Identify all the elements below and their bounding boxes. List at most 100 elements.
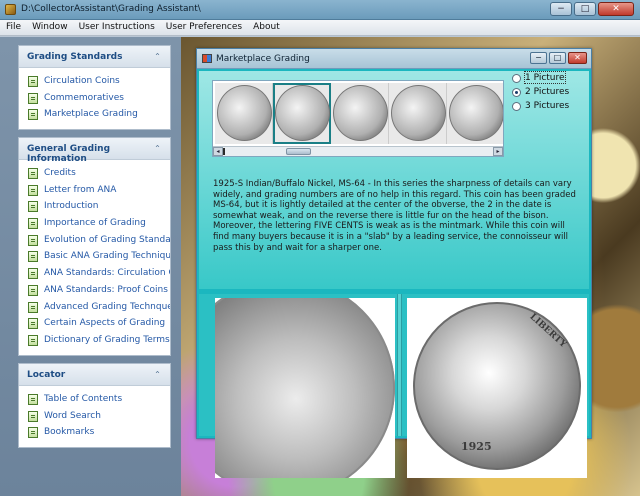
bison-reverse-detail-photo [215, 298, 395, 478]
sidebar-item-label: Importance of Grading [44, 218, 146, 229]
document-icon [28, 184, 38, 196]
menu-about[interactable]: About [247, 20, 285, 35]
sidebar-item-label: Word Search [44, 410, 101, 421]
collapse-chevron-icon[interactable]: ⌃ [152, 369, 163, 380]
scroll-left-arrow-icon[interactable]: ◂ [213, 147, 223, 156]
group-general-grading-information: General Grading Information ⌃ Credits Le… [18, 137, 171, 356]
child-maximize-button[interactable]: □ [549, 52, 566, 64]
document-icon [28, 201, 38, 213]
radio-3-pictures[interactable]: 3 Pictures [510, 100, 569, 114]
window-controls: − □ ✕ [550, 2, 634, 16]
sidebar-item-label: Basic ANA Grading Techniques [44, 251, 170, 262]
menu-file[interactable]: File [0, 20, 26, 35]
sidebar-item-label: Commemoratives [44, 92, 124, 103]
sidebar-item-label: Introduction [44, 201, 99, 212]
sidebar-item-label: ANA Standards: Circulation Coi... [44, 268, 170, 279]
child-window-controls: − □ ✕ [530, 52, 587, 64]
buffalo-nickel-thumbnail-3[interactable] [333, 85, 388, 141]
sidebar-item-ana-standards-proof-coins[interactable]: ANA Standards: Proof Coins [19, 284, 170, 301]
group-title: Locator [27, 370, 66, 380]
sidebar-item-advanced-grading-techniques[interactable]: Advanced Grading Technques [19, 301, 170, 318]
radio-label: 2 Pictures [525, 87, 570, 97]
group-title: General Grading Information [27, 144, 111, 164]
scroll-right-arrow-icon[interactable]: ▸ [493, 147, 503, 156]
buffalo-nickel-thumbnail-1[interactable] [217, 85, 272, 141]
thumbnail-and-description-panel: ◂ ▸ 1 Picture 2 Pictures 3 Pictures 1925… [199, 71, 589, 289]
coin-obverse-image [413, 302, 581, 470]
sidebar-item-label: Dictionary of Grading Terms [44, 334, 170, 345]
sidebar-item-letter-from-ana[interactable]: Letter from ANA [19, 184, 170, 201]
sidebar-item-label: Evolution of Grading Standards [44, 234, 170, 245]
menu-user-preferences[interactable]: User Preferences [160, 20, 247, 35]
sidebar-item-table-of-contents[interactable]: Table of Contents [19, 393, 170, 410]
buffalo-nickel-thumbnail-2[interactable] [275, 85, 330, 141]
thumbnail-scrollbar[interactable]: ◂ ▸ [213, 146, 503, 156]
collapse-chevron-icon[interactable]: ⌃ [152, 51, 163, 62]
child-close-button[interactable]: ✕ [568, 52, 587, 64]
sidebar-item-evolution-of-grading-standards[interactable]: Evolution of Grading Standards [19, 234, 170, 251]
sidebar-item-word-search[interactable]: Word Search [19, 410, 170, 427]
group-header-grading-standards[interactable]: Grading Standards ⌃ [19, 46, 170, 68]
sidebar-item-label: Advanced Grading Technques [44, 301, 170, 312]
group-header-locator[interactable]: Locator ⌃ [19, 364, 170, 386]
menu-window[interactable]: Window [26, 20, 73, 35]
buffalo-nickel-thumbnail-4[interactable] [391, 85, 446, 141]
sidebar-item-label: Bookmarks [44, 427, 95, 438]
sidebar-item-marketplace-grading[interactable]: Marketplace Grading [19, 108, 170, 125]
child-window-title: Marketplace Grading [216, 54, 310, 64]
sidebar-item-ana-standards-circulation-coins[interactable]: ANA Standards: Circulation Coi... [19, 267, 170, 284]
document-icon [28, 268, 38, 280]
buffalo-nickel-thumbnail-5[interactable] [449, 85, 503, 141]
sidebar-item-certain-aspects-of-grading[interactable]: Certain Aspects of Grading [19, 317, 170, 334]
document-icon [28, 301, 38, 313]
document-icon [28, 168, 38, 179]
sidebar-item-bookmarks[interactable]: Bookmarks [19, 426, 170, 443]
coin-description: 1925-S Indian/Buffalo Nickel, MS-64 - In… [213, 179, 576, 253]
radio-2-pictures[interactable]: 2 Pictures [510, 86, 569, 100]
sidebar: Grading Standards ⌃ Circulation Coins Co… [0, 37, 181, 496]
maximize-button[interactable]: □ [574, 2, 596, 16]
group-title: Grading Standards [27, 52, 123, 62]
thumbnail-strip: ◂ ▸ [212, 80, 504, 157]
sidebar-item-label: Credits [44, 168, 76, 178]
sidebar-item-introduction[interactable]: Introduction [19, 200, 170, 217]
sidebar-item-basic-ana-grading-techniques[interactable]: Basic ANA Grading Techniques [19, 250, 170, 267]
sidebar-item-commemoratives[interactable]: Commemoratives [19, 92, 170, 109]
sidebar-item-label: Letter from ANA [44, 184, 117, 195]
window-title: D:\CollectorAssistant\Grading Assistant\ [21, 4, 201, 14]
radio-label: 1 Picture [524, 71, 566, 84]
document-icon [28, 318, 38, 330]
coin-photo-panel: LIBERTY 1925 [199, 294, 589, 478]
child-window-titlebar: Marketplace Grading − □ ✕ [197, 49, 591, 69]
sidebar-item-label: Marketplace Grading [44, 109, 138, 120]
menu-user-instructions[interactable]: User Instructions [73, 20, 160, 35]
document-icon [28, 394, 38, 405]
close-button[interactable]: ✕ [598, 2, 634, 16]
indian-head-obverse-photo: LIBERTY 1925 [407, 298, 587, 478]
sidebar-item-label: ANA Standards: Proof Coins [44, 284, 168, 295]
sidebar-item-circulation-coins[interactable]: Circulation Coins [19, 75, 170, 92]
photo-splitter[interactable] [397, 294, 402, 436]
sidebar-item-label: Circulation Coins [44, 76, 120, 86]
group-locator: Locator ⌃ Table of Contents Word Search … [18, 363, 171, 449]
app-icon [5, 4, 16, 15]
collapse-chevron-icon[interactable]: ⌃ [152, 143, 163, 154]
radio-1-picture[interactable]: 1 Picture [510, 71, 569, 86]
group-header-general-grading-information[interactable]: General Grading Information ⌃ [19, 138, 170, 164]
child-minimize-button[interactable]: − [530, 52, 547, 64]
sidebar-item-label: Table of Contents [44, 394, 123, 404]
sidebar-item-label: Certain Aspects of Grading [44, 318, 166, 329]
sidebar-item-dictionary-of-grading-terms[interactable]: Dictionary of Grading Terms [19, 334, 170, 351]
menubar: File Window User Instructions User Prefe… [0, 20, 640, 36]
document-icon [28, 76, 38, 87]
minimize-button[interactable]: − [550, 2, 572, 16]
document-icon [28, 218, 38, 230]
sidebar-item-credits[interactable]: Credits [19, 167, 170, 184]
scroll-thumb[interactable] [286, 148, 311, 155]
document-icon [28, 410, 38, 422]
sidebar-item-importance-of-grading[interactable]: Importance of Grading [19, 217, 170, 234]
document-icon [28, 109, 38, 121]
window-titlebar: D:\CollectorAssistant\Grading Assistant\… [0, 0, 640, 20]
coin-inscription-date: 1925 [461, 440, 492, 453]
coin-rim [215, 298, 395, 478]
